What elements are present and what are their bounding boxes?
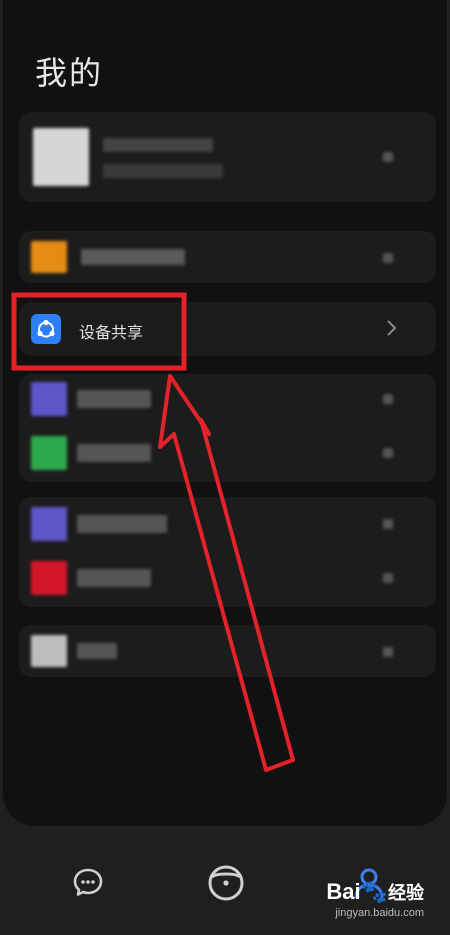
smart-home-icon bbox=[208, 865, 244, 901]
screen: 我的 设备共享 Bai🐾经验 jingyan.baidu.com bbox=[0, 0, 450, 935]
tab-messages[interactable] bbox=[72, 866, 104, 902]
baidu-jingyan-watermark: Bai🐾经验 jingyan.baidu.com bbox=[326, 879, 424, 919]
chat-bubble-icon bbox=[73, 868, 103, 896]
watermark-logo: Bai🐾经验 bbox=[326, 879, 424, 904]
annotation-highlight-box bbox=[11, 292, 187, 371]
watermark-brand-suffix: 经验 bbox=[388, 883, 424, 903]
watermark-brand: Bai bbox=[326, 879, 361, 904]
annotation-arrow bbox=[158, 374, 295, 772]
annotation-overlay bbox=[11, 292, 295, 772]
tab-home[interactable] bbox=[206, 862, 246, 906]
watermark-url: jingyan.baidu.com bbox=[335, 907, 424, 919]
